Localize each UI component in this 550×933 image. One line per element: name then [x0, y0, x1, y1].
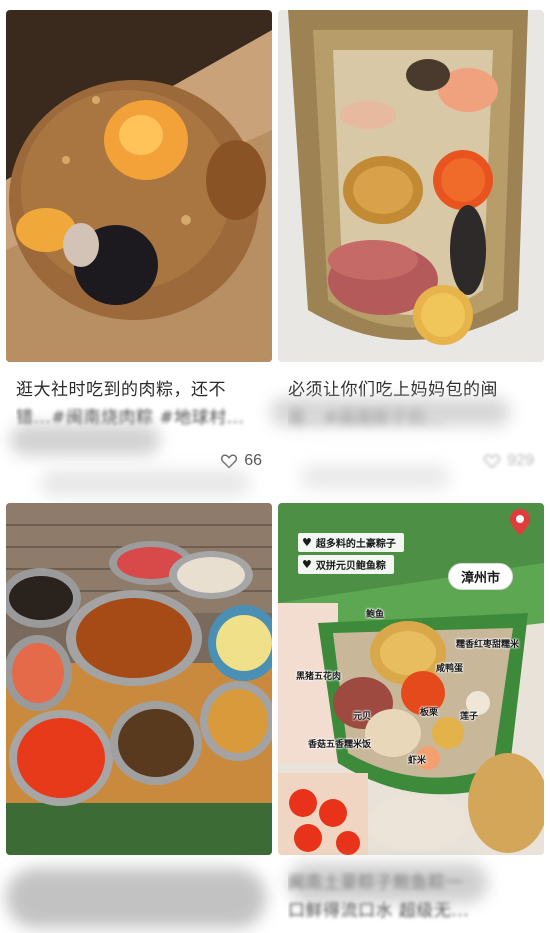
feed-card-1[interactable]: 逛大社时吃到的肉粽，还不 错...#闽南烧肉粽 #地球村... 66 [6, 10, 272, 475]
feed-card-4[interactable]: ♥ 超多料的土豪粽子 ♥ 双拼元贝鲍鱼粽 漳州市 鲍鱼 黑猪五花肉 咸鸭蛋 糯香… [278, 503, 544, 933]
heart-outline-icon [484, 454, 501, 469]
blur-smudge [6, 868, 266, 928]
like-button[interactable]: 929 [483, 452, 534, 470]
heart-outline-icon [221, 454, 238, 469]
card-image-meat-zongzi[interactable] [6, 10, 272, 362]
like-count: 929 [507, 452, 534, 469]
like-button[interactable]: 66 [220, 452, 262, 470]
card-image-ingredient-bowls[interactable] [6, 503, 272, 855]
feed-grid: 逛大社时吃到的肉粽，还不 错...#闽南烧肉粽 #地球村... 66 必须让你们… [0, 0, 550, 933]
location-tag[interactable]: 漳州市 [448, 563, 514, 590]
feed-card-3[interactable] [6, 503, 272, 933]
card-title-line-1: 逛大社时吃到的肉粽，还不 [16, 380, 226, 400]
blur-smudge [270, 398, 510, 426]
label-lotus: 莲子 [460, 712, 479, 722]
blur-smudge [300, 465, 450, 489]
overlay-tag-text: 超多料的土豪粽子 [315, 539, 396, 550]
overlay-tag-text: 双拼元贝鲍鱼粽 [315, 561, 386, 572]
location-pin-icon [510, 509, 530, 535]
label-egg: 咸鸭蛋 [436, 664, 464, 674]
label-scallop: 元贝 [353, 712, 372, 722]
blur-smudge [10, 425, 160, 455]
label-chestnut: 板栗 [420, 708, 439, 718]
overlay-tag-1: ♥ 超多料的土豪粽子 [298, 533, 404, 552]
label-abalone: 鲍鱼 [366, 610, 385, 620]
overlay-tag-2: ♥ 双拼元贝鲍鱼粽 [298, 555, 394, 574]
like-count: 66 [244, 452, 262, 469]
label-rice: 糯香红枣甜糯米 [456, 640, 520, 650]
heart-solid-icon: ♥ [302, 558, 312, 571]
blur-smudge [40, 470, 250, 496]
label-pork: 黑猪五花肉 [296, 672, 342, 682]
heart-solid-icon: ♥ [302, 536, 312, 549]
blur-smudge [288, 863, 488, 903]
card-image-zongzi-fillings[interactable] [278, 10, 544, 362]
label-mushroom-rice: 香菇五香糯米饭 [308, 740, 372, 750]
card-title[interactable]: 逛大社时吃到的肉粽，还不 错...#闽南烧肉粽 #地球村... [16, 376, 264, 432]
label-shrimp: 虾米 [408, 756, 427, 766]
